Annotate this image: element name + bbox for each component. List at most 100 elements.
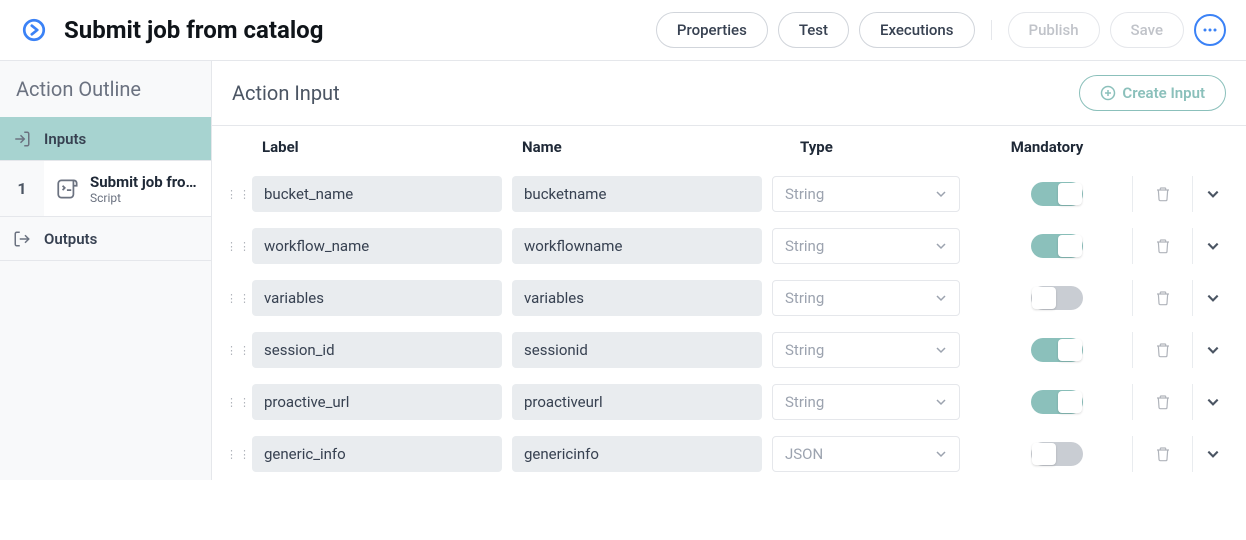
chevron-down-icon <box>1206 291 1220 305</box>
name-input[interactable] <box>512 384 762 420</box>
type-value: JSON <box>785 445 823 463</box>
plus-circle-icon <box>1100 85 1116 101</box>
type-select[interactable]: String <box>772 228 960 264</box>
name-input[interactable] <box>512 280 762 316</box>
mandatory-toggle[interactable] <box>1031 286 1083 310</box>
chevron-down-icon <box>1206 447 1220 461</box>
drag-handle-icon[interactable]: ⋮⋮ <box>226 292 252 305</box>
name-input[interactable] <box>512 332 762 368</box>
caret-down-icon <box>935 292 947 304</box>
col-name: Name <box>512 138 772 156</box>
sidebar-step[interactable]: 1 Submit job fro… Script <box>0 161 211 217</box>
col-label: Label <box>252 138 512 156</box>
drag-handle-icon[interactable]: ⋮⋮ <box>226 240 252 253</box>
logout-icon <box>0 230 44 248</box>
drag-handle-icon[interactable]: ⋮⋮ <box>226 396 252 409</box>
type-value: String <box>785 393 824 411</box>
expand-button[interactable] <box>1192 228 1232 264</box>
chevron-down-icon <box>1206 343 1220 357</box>
type-select[interactable]: String <box>772 384 960 420</box>
sidebar-title: Action Outline <box>0 61 211 117</box>
mandatory-toggle[interactable] <box>1031 182 1083 206</box>
name-input[interactable] <box>512 176 762 212</box>
caret-down-icon <box>935 448 947 460</box>
type-value: String <box>785 341 824 359</box>
label-input[interactable] <box>252 332 502 368</box>
script-icon <box>50 176 86 202</box>
delete-button[interactable] <box>1132 176 1192 212</box>
drag-handle-icon[interactable]: ⋮⋮ <box>226 344 252 357</box>
mandatory-toggle[interactable] <box>1031 338 1083 362</box>
expand-button[interactable] <box>1192 280 1232 316</box>
properties-button[interactable]: Properties <box>656 12 768 48</box>
label-input[interactable] <box>252 436 502 472</box>
drag-handle-icon[interactable]: ⋮⋮ <box>226 188 252 201</box>
sidebar-item-inputs[interactable]: Inputs <box>0 117 211 161</box>
col-type: Type <box>772 138 972 156</box>
label-input[interactable] <box>252 384 502 420</box>
expand-button[interactable] <box>1192 176 1232 212</box>
caret-down-icon <box>935 240 947 252</box>
expand-button[interactable] <box>1192 384 1232 420</box>
table-row: ⋮⋮ String <box>212 168 1246 220</box>
chevron-down-icon <box>1206 395 1220 409</box>
trash-icon <box>1155 290 1171 306</box>
create-input-label: Create Input <box>1122 84 1205 102</box>
table-row: ⋮⋮ String <box>212 272 1246 324</box>
delete-button[interactable] <box>1132 280 1192 316</box>
trash-icon <box>1155 186 1171 202</box>
name-input[interactable] <box>512 436 762 472</box>
sidebar-item-outputs[interactable]: Outputs <box>0 217 211 261</box>
trash-icon <box>1155 342 1171 358</box>
header: Submit job from catalog Properties Test … <box>0 0 1246 61</box>
header-buttons: Properties Test Executions Publish Save <box>656 12 1226 48</box>
create-input-button[interactable]: Create Input <box>1079 75 1226 111</box>
caret-down-icon <box>935 188 947 200</box>
col-mandatory: Mandatory <box>972 138 1122 156</box>
drag-handle-icon[interactable]: ⋮⋮ <box>226 448 252 461</box>
table-row: ⋮⋮ String <box>212 220 1246 272</box>
step-subtitle: Script <box>90 191 211 205</box>
mandatory-toggle[interactable] <box>1031 442 1083 466</box>
sidebar-item-label: Inputs <box>44 130 86 148</box>
trash-icon <box>1155 446 1171 462</box>
label-input[interactable] <box>252 176 502 212</box>
type-select[interactable]: String <box>772 176 960 212</box>
delete-button[interactable] <box>1132 228 1192 264</box>
type-value: String <box>785 185 824 203</box>
table-header: Label Name Type Mandatory <box>212 126 1246 168</box>
type-value: String <box>785 289 824 307</box>
step-index: 1 <box>0 161 44 216</box>
sidebar-item-label: Outputs <box>44 230 97 248</box>
caret-down-icon <box>935 396 947 408</box>
type-select[interactable]: String <box>772 332 960 368</box>
label-input[interactable] <box>252 228 502 264</box>
delete-button[interactable] <box>1132 332 1192 368</box>
divider <box>991 20 992 40</box>
expand-button[interactable] <box>1192 436 1232 472</box>
table-row: ⋮⋮ String <box>212 324 1246 376</box>
save-button: Save <box>1110 12 1184 48</box>
delete-button[interactable] <box>1132 384 1192 420</box>
table-row: ⋮⋮ JSON <box>212 428 1246 480</box>
type-select[interactable]: String <box>772 280 960 316</box>
mandatory-toggle[interactable] <box>1031 234 1083 258</box>
label-input[interactable] <box>252 280 502 316</box>
type-value: String <box>785 237 824 255</box>
test-button[interactable]: Test <box>778 12 849 48</box>
page-title: Submit job from catalog <box>64 16 323 44</box>
mandatory-toggle[interactable] <box>1031 390 1083 414</box>
chevron-down-icon <box>1206 187 1220 201</box>
name-input[interactable] <box>512 228 762 264</box>
more-button[interactable] <box>1194 14 1226 46</box>
app-logo-icon <box>20 16 48 44</box>
caret-down-icon <box>935 344 947 356</box>
expand-button[interactable] <box>1192 332 1232 368</box>
chevron-down-icon <box>1206 239 1220 253</box>
main: Action Input Create Input Label Name Typ… <box>212 61 1246 480</box>
type-select[interactable]: JSON <box>772 436 960 472</box>
delete-button[interactable] <box>1132 436 1192 472</box>
main-title: Action Input <box>232 81 340 105</box>
step-title: Submit job fro… <box>90 173 211 191</box>
executions-button[interactable]: Executions <box>859 12 974 48</box>
